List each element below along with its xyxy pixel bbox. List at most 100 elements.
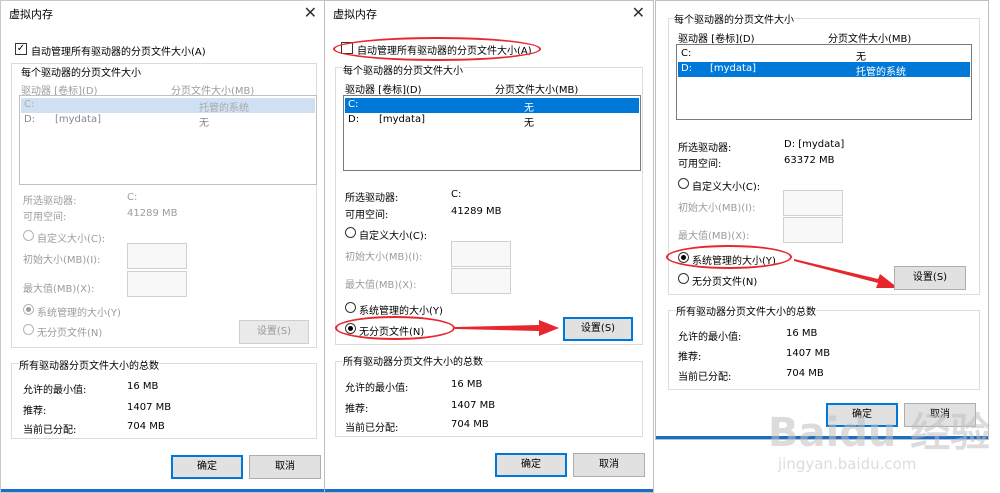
ok-button[interactable]: 确定 [495,453,567,477]
list-item[interactable]: D: [mydata] 托管的系统 [678,62,970,78]
recommended-label: 推荐: [23,406,47,417]
cancel-button[interactable]: 取消 [573,453,645,477]
set-button[interactable]: 设置(S) [239,320,309,344]
per-drive-group-title: 每个驱动器的分页文件大小 [21,68,141,79]
close-icon[interactable]: ✕ [632,3,645,22]
recommended-value: 1407 MB [451,400,496,411]
recommended-value: 1407 MB [786,348,831,359]
free-space-label: 可用空间: [23,212,67,223]
title-bar: 虚拟内存 ✕ [1,1,325,25]
min-allowed-value: 16 MB [451,379,483,390]
total-group-title: 所有驱动器分页文件大小的总数 [19,357,159,372]
no-paging-radio[interactable] [23,324,34,335]
min-allowed-label: 允许的最小值: [678,332,742,343]
system-managed-radio[interactable] [23,304,34,315]
drive-list[interactable]: C: 托管的系统 D: [mydata] 无 [19,95,317,185]
current-label: 当前已分配: [345,423,399,434]
initial-size-label: 初始大小(MB)(I): [23,255,101,266]
col-drive-header: 驱动器 [卷标](D) [345,85,422,96]
current-value: 704 MB [786,368,824,379]
col-drive-header: 驱动器 [卷标](D) [678,34,755,45]
list-item[interactable]: D: [mydata] 无 [345,113,639,129]
taskbar-strip [325,489,653,492]
title-bar: 虚拟内存 ✕ [325,1,653,25]
initial-size-input[interactable] [451,241,511,267]
set-button[interactable]: 设置(S) [894,266,966,290]
auto-manage-checkbox[interactable]: ✓ [15,43,27,55]
max-size-input[interactable] [783,217,843,243]
per-drive-group-title: 每个驱动器的分页文件大小 [674,11,794,26]
baidu-watermark-url: jingyan.baidu.com [778,455,917,473]
max-size-input[interactable] [451,268,511,294]
no-paging-label: 无分页文件(N) [37,328,103,339]
drive-list[interactable]: C: 无 D: [mydata] 托管的系统 [676,44,972,120]
max-size-label: 最大值(MB)(X): [23,284,95,295]
current-value: 704 MB [127,421,165,432]
cancel-button[interactable]: 取消 [249,455,321,479]
virtual-memory-dialog-1: 虚拟内存 ✕ ✓ 自动管理所有驱动器的分页文件大小(A) 每个驱动器的分页文件大… [0,0,326,493]
free-space-label: 可用空间: [345,210,389,221]
dialog-title: 虚拟内存 [9,8,53,21]
baidu-watermark: Baidu 经验 [768,410,991,456]
highlight-oval [335,316,455,340]
recommended-label: 推荐: [345,404,369,415]
initial-size-input[interactable] [783,190,843,216]
list-item[interactable]: C: 托管的系统 [21,98,315,114]
system-managed-label: 系统管理的大小(Y) [37,308,121,319]
selected-drive-value: C: [127,192,138,203]
min-allowed-value: 16 MB [127,381,159,392]
min-allowed-value: 16 MB [786,328,818,339]
set-button[interactable]: 设置(S) [563,317,633,341]
virtual-memory-dialog-3: 每个驱动器的分页文件大小 驱动器 [卷标](D) 分页文件大小(MB) C: 无… [655,0,989,440]
list-item[interactable]: C: 无 [345,98,639,114]
recommended-value: 1407 MB [127,402,172,413]
custom-size-label: 自定义大小(C): [692,182,761,193]
free-space-label: 可用空间: [678,159,722,170]
custom-size-label: 自定义大小(C): [359,231,428,242]
taskbar-strip [1,489,325,492]
current-value: 704 MB [451,419,489,430]
selected-drive-label: 所选驱动器: [23,196,77,207]
selected-drive-label: 所选驱动器: [678,143,732,154]
system-managed-label: 系统管理的大小(Y) [359,306,443,317]
no-paging-radio[interactable] [678,273,689,284]
highlight-oval [333,37,541,61]
current-label: 当前已分配: [23,425,77,436]
custom-size-radio[interactable] [345,227,356,238]
drive-list[interactable]: C: 无 D: [mydata] 无 [343,95,641,171]
red-arrow-icon [455,320,559,336]
total-group-title: 所有驱动器分页文件大小的总数 [343,353,483,368]
max-size-label: 最大值(MB)(X): [345,280,417,291]
initial-size-label: 初始大小(MB)(I): [345,252,423,263]
col-size-header: 分页文件大小(MB) [828,34,912,45]
dialog-title: 虚拟内存 [333,8,377,21]
free-space-value: 41289 MB [451,206,502,217]
ok-button[interactable]: 确定 [171,455,243,479]
recommended-label: 推荐: [678,352,702,363]
initial-size-input[interactable] [127,243,187,269]
initial-size-label: 初始大小(MB)(I): [678,203,756,214]
total-group-title: 所有驱动器分页文件大小的总数 [676,303,816,318]
min-allowed-label: 允许的最小值: [23,385,87,396]
system-managed-radio[interactable] [345,302,356,313]
selected-drive-value: D: [mydata] [784,139,845,150]
red-arrow-icon [794,259,898,288]
free-space-value: 63372 MB [784,155,835,166]
max-size-label: 最大值(MB)(X): [678,231,750,242]
list-item[interactable]: D: [mydata] 无 [21,113,315,129]
col-size-header: 分页文件大小(MB) [495,85,579,96]
min-allowed-label: 允许的最小值: [345,383,409,394]
free-space-value: 41289 MB [127,208,178,219]
max-size-input[interactable] [127,271,187,297]
custom-size-radio[interactable] [678,178,689,189]
no-paging-label: 无分页文件(N) [692,277,758,288]
current-label: 当前已分配: [678,372,732,383]
selected-drive-label: 所选驱动器: [345,193,399,204]
selected-drive-value: C: [451,189,462,200]
virtual-memory-dialog-2: 虚拟内存 ✕ 自动管理所有驱动器的分页文件大小(A) 每个驱动器的分页文件大小 … [324,0,654,493]
per-drive-group-title: 每个驱动器的分页文件大小 [343,62,463,77]
list-item[interactable]: C: 无 [678,47,970,63]
custom-size-radio[interactable] [23,230,34,241]
highlight-oval [666,245,792,269]
close-icon[interactable]: ✕ [304,3,317,22]
